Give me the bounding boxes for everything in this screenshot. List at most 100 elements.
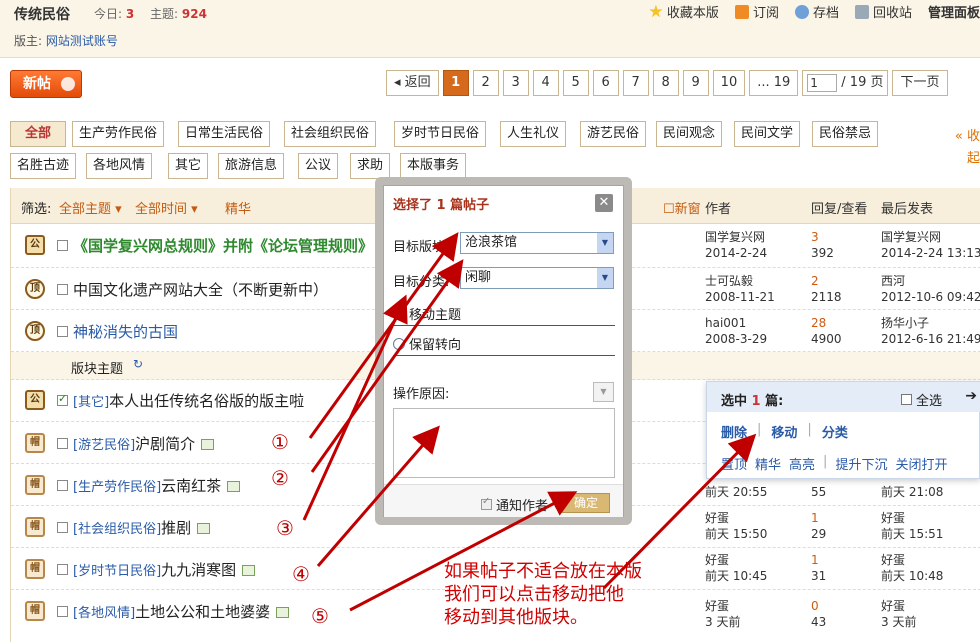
thread-title[interactable]: [游艺民俗]沪剧简介 <box>73 433 215 454</box>
thread-title[interactable]: 《国学复兴网总规则》并附《论坛管理规则》 <box>73 235 373 256</box>
author-name[interactable]: 士可弘毅 <box>705 273 775 289</box>
last-user[interactable]: 好蛋 <box>881 598 916 614</box>
row-checkbox[interactable] <box>57 480 68 491</box>
cat-other[interactable]: 其它 <box>168 153 209 179</box>
admin-panel-button[interactable]: 管理面板 <box>928 2 980 21</box>
filter-digest[interactable]: 精华 <box>225 198 251 217</box>
moderator-link[interactable]: 网站测试账号 <box>46 34 118 48</box>
cat-taboos[interactable]: 民俗禁忌 <box>812 121 879 147</box>
page-3[interactable]: 3 <box>502 70 529 96</box>
cat-all[interactable]: 全部 <box>10 121 66 147</box>
cat-help[interactable]: 求助 <box>350 153 391 179</box>
cat-production[interactable]: 生产劳作民俗 <box>72 121 165 147</box>
highlight-button[interactable]: 高亮 <box>789 454 815 473</box>
page-8[interactable]: 8 <box>652 70 679 96</box>
cat-festival[interactable]: 岁时节日民俗 <box>394 121 487 147</box>
reason-textarea[interactable] <box>393 408 615 478</box>
refresh-icon[interactable]: ↻ <box>133 357 143 371</box>
last-user[interactable]: 好蛋 <box>881 510 943 526</box>
cat-folk-beliefs[interactable]: 民间观念 <box>656 121 723 147</box>
thread-title[interactable]: [岁时节日民俗]九九消寒图 <box>73 559 256 580</box>
thread-title[interactable]: 中国文化遗产网站大全（不断更新中） <box>73 279 328 300</box>
page-4[interactable]: 4 <box>532 70 559 96</box>
row-checkbox[interactable] <box>57 326 68 337</box>
target-forum-select[interactable]: 沧浪茶馆 ▼ <box>460 232 614 254</box>
cat-recreation[interactable]: 游艺民俗 <box>580 121 647 147</box>
delete-button[interactable]: 删除 <box>721 422 747 441</box>
cat-daily-life[interactable]: 日常生活民俗 <box>178 121 271 147</box>
digest-button[interactable]: 精华 <box>755 454 781 473</box>
filter-all-topics[interactable]: 全部主题 ▾ <box>59 198 122 217</box>
author-name[interactable]: 好蛋 <box>705 510 767 526</box>
target-category-select[interactable]: 闲聊 ▼ <box>460 267 614 289</box>
notify-author-checkbox[interactable]: 通知作者 <box>481 495 548 514</box>
page-10[interactable]: 10 <box>712 70 746 96</box>
new-post-button[interactable]: 新帖 <box>10 70 82 98</box>
row-checkbox[interactable] <box>57 392 68 406</box>
last-user[interactable]: 西河 <box>881 273 980 289</box>
cat-local-customs[interactable]: 各地风情 <box>86 153 153 179</box>
next-page-button[interactable]: 下一页 <box>892 70 948 96</box>
row-checkbox[interactable] <box>57 438 68 449</box>
thread-tag[interactable]: [游艺民俗] <box>73 438 135 453</box>
last-user[interactable]: 国学复兴网 <box>881 229 980 245</box>
page-1[interactable]: 1 <box>442 70 469 96</box>
filter-all-time[interactable]: 全部时间 ▾ <box>135 198 198 217</box>
close-open-button[interactable]: 关闭打开 <box>895 454 947 473</box>
row-checkbox[interactable] <box>57 606 68 617</box>
recycle-button[interactable]: 回收站 <box>854 2 912 21</box>
page-input[interactable]: 1 <box>807 74 838 92</box>
page-6[interactable]: 6 <box>592 70 619 96</box>
radio-keep-redirect[interactable]: 保留转向 <box>393 334 461 353</box>
back-button[interactable]: ◂ 返回 <box>386 70 439 96</box>
thread-title[interactable]: [各地风情]土地公公和土地婆婆 <box>73 601 290 622</box>
row-checkbox[interactable] <box>57 284 68 295</box>
pin-button[interactable]: 置顶 <box>721 454 747 473</box>
page-7[interactable]: 7 <box>622 70 649 96</box>
new-window-toggle[interactable]: ☐新窗 <box>663 198 701 217</box>
page-2[interactable]: 2 <box>472 70 499 96</box>
thread-tag[interactable]: [其它] <box>73 395 109 410</box>
cat-folk-literature[interactable]: 民间文学 <box>734 121 801 147</box>
thread-tag[interactable]: [生产劳作民俗] <box>73 480 161 495</box>
favorite-button[interactable]: 收藏本版 <box>649 2 719 21</box>
close-icon[interactable]: ✕ <box>595 194 613 212</box>
row-checkbox[interactable] <box>57 240 68 251</box>
cat-board-affairs[interactable]: 本版事务 <box>400 153 467 179</box>
thread-tag[interactable]: [各地风情] <box>73 606 135 621</box>
thread-title[interactable]: [生产劳作民俗]云南红茶 <box>73 475 241 496</box>
cat-life-rites[interactable]: 人生礼仪 <box>500 121 567 147</box>
thread-title[interactable]: 神秘消失的古国 <box>73 321 178 342</box>
page-5[interactable]: 5 <box>562 70 589 96</box>
confirm-button[interactable]: 确定 <box>562 493 610 513</box>
author-name[interactable]: hai001 <box>705 315 767 331</box>
select-all-checkbox[interactable]: 全选 <box>901 390 942 409</box>
page-19[interactable]: ... 19 <box>749 70 799 96</box>
radio-move-topic[interactable]: 移动主题 <box>393 304 461 323</box>
cat-travel[interactable]: 旅游信息 <box>218 153 285 179</box>
arrow-right-icon[interactable]: ➔ <box>965 388 977 404</box>
thread-tag[interactable]: [社会组织民俗] <box>73 522 161 537</box>
thread-title[interactable]: [社会组织民俗]推剧 <box>73 517 211 538</box>
archive-button[interactable]: 存档 <box>794 2 839 21</box>
reason-dropdown[interactable]: ▼ <box>593 382 614 402</box>
author-name[interactable]: 好蛋 <box>705 552 767 568</box>
last-user[interactable]: 好蛋 <box>881 552 943 568</box>
author-name[interactable]: 好蛋 <box>705 598 740 614</box>
row-checkbox[interactable] <box>57 564 68 575</box>
categorize-button[interactable]: 分类 <box>822 422 848 441</box>
page-9[interactable]: 9 <box>682 70 709 96</box>
cat-scenic[interactable]: 名胜古迹 <box>10 153 77 179</box>
author-name[interactable]: 国学复兴网 <box>705 229 805 245</box>
collapse-hint[interactable]: « 收起 <box>955 126 980 170</box>
author-cell: 好蛋 前天 15:50 <box>705 510 767 542</box>
cat-social-org[interactable]: 社会组织民俗 <box>284 121 377 147</box>
row-checkbox[interactable] <box>57 522 68 533</box>
subscribe-button[interactable]: 订阅 <box>734 2 779 21</box>
thread-tag[interactable]: [岁时节日民俗] <box>73 564 161 579</box>
last-user[interactable]: 扬华小子 <box>881 315 980 331</box>
move-button[interactable]: 移动 <box>771 422 797 441</box>
thread-title[interactable]: [其它]本人出任传统名俗版的版主啦 <box>73 390 304 411</box>
cat-discussion[interactable]: 公议 <box>298 153 339 179</box>
bump-sink-button[interactable]: 提升下沉 <box>835 454 887 473</box>
